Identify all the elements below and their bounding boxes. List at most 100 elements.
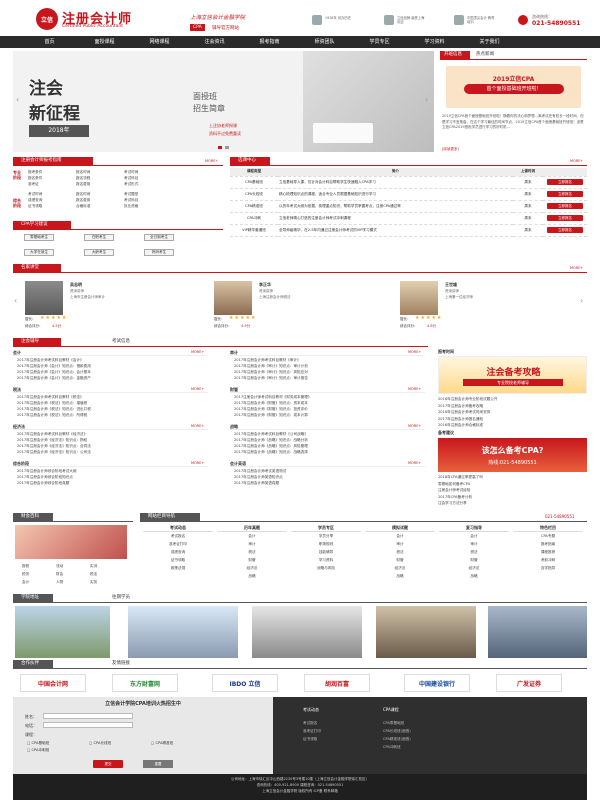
- banner-next-arrow[interactable]: ›: [425, 95, 428, 104]
- sitenav-link[interactable]: 考试报名: [143, 532, 213, 540]
- nav-classroom[interactable]: 面授课程: [77, 36, 132, 48]
- guide-more-link[interactable]: MORE+: [205, 159, 218, 163]
- teacher-name-3[interactable]: 王世雄: [445, 282, 457, 288]
- teacher-name-2[interactable]: 李正华: [259, 282, 271, 288]
- sitenav-col-title[interactable]: 学员专区: [291, 525, 361, 532]
- guide-link[interactable]: 准考证: [28, 181, 76, 187]
- sitenav-link[interactable]: 审计: [217, 540, 287, 548]
- nav-home[interactable]: 首页: [22, 36, 77, 48]
- library-link[interactable]: 税务: [22, 570, 56, 578]
- course-option-2[interactable]: □ CPA长线班: [89, 741, 111, 746]
- course-name[interactable]: CPA精准班: [230, 200, 278, 213]
- campus-photo-5[interactable]: [488, 606, 587, 658]
- library-link[interactable]: 实务: [90, 580, 97, 584]
- exam-tab-info[interactable]: 考试信息: [112, 338, 130, 346]
- nav-students[interactable]: 学员专区: [352, 36, 407, 48]
- sitenav-col-title[interactable]: 模拟试题: [365, 525, 435, 532]
- sitenav-link[interactable]: 证书领取: [143, 556, 213, 564]
- course-option-3[interactable]: □ CPA精准班: [151, 741, 173, 746]
- sitenav-link[interactable]: 政策法规: [143, 564, 213, 572]
- banner-prev-arrow[interactable]: ‹: [16, 95, 19, 104]
- footer-link[interactable]: CPA零基础班: [383, 719, 411, 727]
- teachers-prev-arrow[interactable]: ‹: [14, 296, 17, 305]
- exam-block-title[interactable]: 审计: [230, 350, 425, 356]
- sitenav-link[interactable]: 财管: [365, 556, 435, 564]
- nav-about[interactable]: 关于我们: [462, 36, 517, 48]
- guide-link[interactable]: 考试题型: [124, 192, 138, 196]
- teachers-more-link[interactable]: MORE+: [570, 266, 583, 270]
- partner-logo[interactable]: 东方财富网: [112, 674, 178, 692]
- guide-link[interactable]: 执业资格: [124, 204, 138, 208]
- library-link[interactable]: 税法: [90, 572, 97, 576]
- hero-banner[interactable]: 注会 新征程 2018年 面授班 招生简章 上注协老师授课 资料不过免费重读 ‹…: [13, 51, 434, 152]
- exam-block-more[interactable]: MORE+: [408, 387, 421, 391]
- nav-guide[interactable]: 报考指南: [242, 36, 297, 48]
- news-promo-card[interactable]: 2019立信CPA 首个面授基础班开班啦！: [446, 66, 581, 108]
- nav-online[interactable]: 网络课程: [132, 36, 187, 48]
- sitenav-link[interactable]: 学习资料: [291, 556, 361, 564]
- exam-article-link[interactable]: 2017年注册会计师《审计》知识点：审计报告: [234, 375, 424, 381]
- campus-photo-1[interactable]: [15, 606, 110, 658]
- exam-block-more[interactable]: MORE+: [408, 424, 421, 428]
- sitenav-link[interactable]: 成绩查询: [143, 548, 213, 556]
- sitenav-link[interactable]: 自学指导: [513, 564, 583, 572]
- enroll-button[interactable]: 立即报名: [547, 191, 583, 197]
- exam-article-link[interactable]: 2017年注册会计师《税法》知识点：所得税: [17, 412, 207, 418]
- sitenav-link[interactable]: 经济法: [217, 564, 287, 572]
- sitenav-link[interactable]: CPA专题: [513, 532, 583, 540]
- teacher-photo-1[interactable]: [25, 281, 63, 315]
- partner-logo[interactable]: IBDO 立信: [212, 674, 278, 692]
- exam-block-title[interactable]: 战略: [230, 424, 425, 430]
- sitenav-col-title[interactable]: 复习指导: [439, 525, 509, 532]
- exam-promo-banner-2[interactable]: 该怎么备考CPA? 热线:021-54890551: [438, 438, 587, 472]
- exam-tab-tutoring[interactable]: 注会辅导: [13, 338, 61, 346]
- campus-photo-2[interactable]: [128, 606, 238, 658]
- sitenav-link[interactable]: 税法: [217, 548, 287, 556]
- sitenav-link[interactable]: 会计: [217, 532, 287, 540]
- exam-article-link[interactable]: 2017年注册会计师《财管》知识点：成本计算: [234, 412, 424, 418]
- exam-block-more[interactable]: MORE+: [191, 387, 204, 391]
- footer-link[interactable]: 准考证打印: [303, 727, 321, 735]
- sitenav-link[interactable]: 战略: [439, 572, 509, 580]
- exam-block-title[interactable]: 财管: [230, 387, 425, 393]
- sitenav-link[interactable]: 经济法: [439, 564, 509, 572]
- plan-older[interactable]: 大龄考生: [84, 249, 114, 256]
- campus-photo-4[interactable]: [376, 606, 476, 658]
- exam-article-link[interactable]: 2017年注册会计师《经济法》知识点：公司法: [17, 449, 207, 455]
- guide-link[interactable]: 考试科目: [124, 198, 138, 202]
- logo-badge[interactable]: 立信: [36, 8, 58, 30]
- sitenav-link[interactable]: 会计: [439, 532, 509, 540]
- footer-link[interactable]: 考试报名: [303, 719, 321, 727]
- phone-input[interactable]: [43, 722, 133, 728]
- sitenav-col-title[interactable]: 历年真题: [217, 525, 287, 532]
- reset-button[interactable]: 重置: [143, 760, 173, 768]
- sitenav-link[interactable]: 战略: [365, 572, 435, 580]
- news-read-more[interactable]: [阅读更多]: [442, 147, 459, 152]
- plan-mom[interactable]: 妈妈考生: [144, 249, 174, 256]
- teacher-name-1[interactable]: 吴志明: [70, 282, 82, 288]
- exam-block-more[interactable]: MORE+: [191, 424, 204, 428]
- sitenav-link[interactable]: 经济法: [365, 564, 435, 572]
- footer-link[interactable]: CPA冲刺班: [383, 743, 411, 751]
- campus-photo-3[interactable]: [252, 606, 362, 658]
- guide-link[interactable]: 报名费用: [76, 181, 124, 187]
- sitenav-link[interactable]: 战略与风险: [291, 564, 361, 572]
- submit-button[interactable]: 提交: [93, 760, 123, 768]
- guide-link[interactable]: 合格标准: [76, 203, 124, 209]
- sitenav-link[interactable]: 财管: [217, 556, 287, 564]
- sitenav-link[interactable]: 职场规划: [291, 540, 361, 548]
- plan-zero-basis[interactable]: 零基础考生: [24, 234, 54, 241]
- exam-block-title[interactable]: 综合阶段: [13, 461, 208, 467]
- nav-teachers[interactable]: 师资团队: [297, 36, 352, 48]
- friend-links-tab[interactable]: 友情链接: [112, 660, 130, 668]
- course-name[interactable]: CPA冲刺: [230, 212, 278, 225]
- plan-fulltime[interactable]: 全日制考生: [144, 234, 174, 241]
- sitenav-link[interactable]: 税法: [439, 548, 509, 556]
- enroll-button[interactable]: 立即报名: [547, 215, 583, 221]
- nav-materials[interactable]: 学习资料: [407, 36, 462, 48]
- library-link[interactable]: 人物: [56, 578, 90, 586]
- exam-block-title[interactable]: 会计: [13, 350, 208, 356]
- exam-article-link[interactable]: 2017年注册会计师《会计》知识点：金融资产: [17, 375, 207, 381]
- course-option-1[interactable]: □ CPA基础班: [27, 741, 49, 746]
- library-link[interactable]: 实训: [90, 564, 97, 568]
